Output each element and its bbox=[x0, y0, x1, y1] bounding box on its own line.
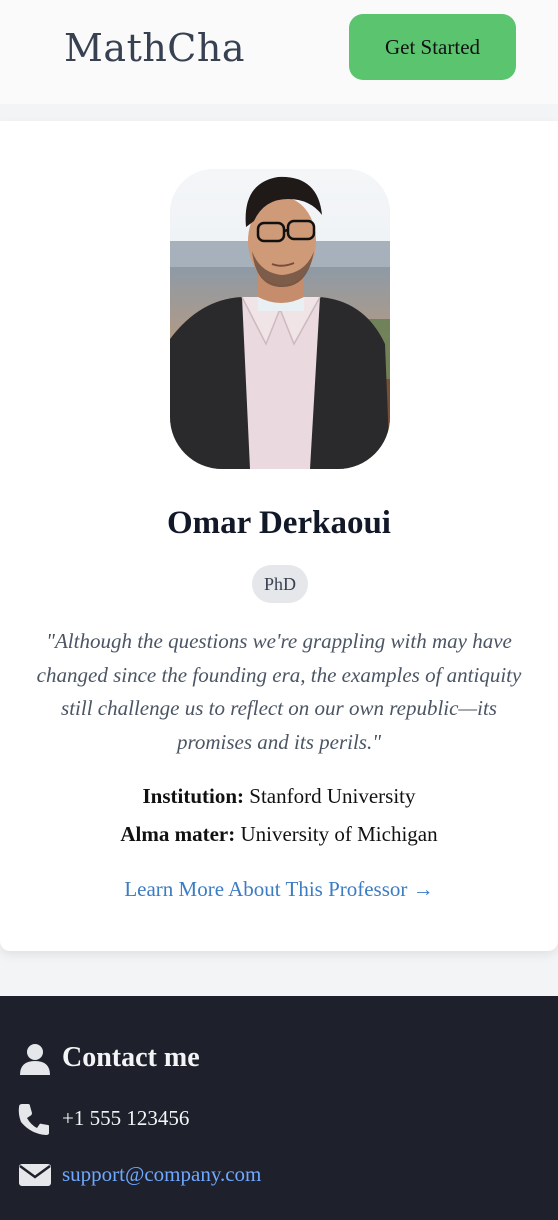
alma-mater-row: Alma mater: University of Michigan bbox=[0, 822, 558, 847]
alma-mater-value: University of Michigan bbox=[240, 822, 438, 846]
institution-label: Institution: bbox=[142, 784, 245, 808]
phone-icon bbox=[18, 1102, 52, 1136]
professor-card: Omar Derkaoui PhD "Although the question… bbox=[0, 121, 558, 951]
professor-photo bbox=[170, 169, 390, 469]
user-icon bbox=[18, 1042, 52, 1076]
alma-mater-label: Alma mater: bbox=[120, 822, 236, 846]
envelope-icon bbox=[18, 1158, 52, 1192]
site-logo[interactable]: MathCha bbox=[64, 26, 245, 70]
email-link[interactable]: support@company.com bbox=[62, 1162, 261, 1187]
phone-number: +1 555 123456 bbox=[62, 1106, 190, 1130]
institution-row: Institution: Stanford University bbox=[0, 784, 558, 809]
learn-more-link[interactable]: Learn More About This Professor → bbox=[0, 877, 558, 902]
professor-quote: "Although the questions we're grappling … bbox=[36, 629, 522, 754]
professor-name: Omar Derkaoui bbox=[167, 505, 391, 541]
degree-badge: PhD bbox=[252, 565, 308, 603]
site-footer: Contact me +1 555 123456 support@company… bbox=[0, 996, 558, 1220]
get-started-button[interactable]: Get Started bbox=[349, 14, 516, 80]
contact-title: Contact me bbox=[62, 1042, 200, 1073]
site-header: MathCha Get Started bbox=[0, 0, 558, 104]
institution-value: Stanford University bbox=[249, 784, 416, 808]
